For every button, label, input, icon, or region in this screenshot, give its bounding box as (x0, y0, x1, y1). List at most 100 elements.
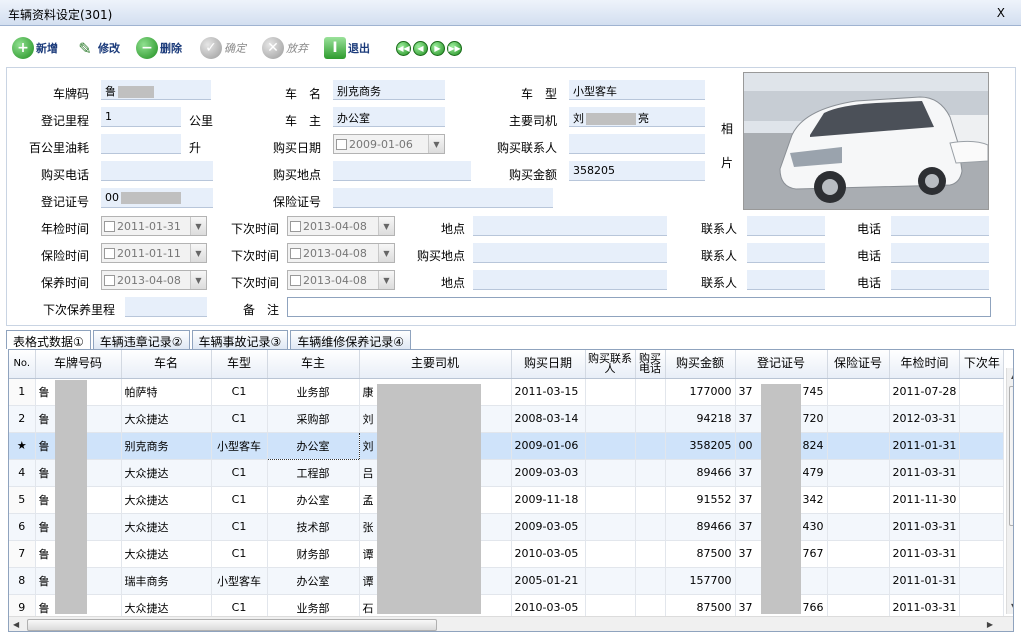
cell-owner[interactable]: 技术部 (267, 513, 360, 541)
col-header-plate[interactable]: 车牌号码 (35, 350, 122, 379)
tab-table-data[interactable]: 表格式数据① (6, 330, 91, 349)
first-record-icon[interactable]: ◀◀ (396, 41, 411, 56)
delete-button[interactable]: − 删除 (136, 35, 182, 61)
dropdown-arrow-icon[interactable]: ▼ (190, 244, 206, 262)
cell-annual[interactable]: 2012-03-31 (889, 405, 961, 433)
cell-annual[interactable]: 2011-01-31 (889, 432, 961, 460)
horizontal-scrollbar[interactable]: ◀ ▶ (9, 616, 1013, 631)
cell-date[interactable]: 2011-03-15 (511, 378, 586, 406)
edit-button[interactable]: ✎ 修改 (74, 35, 120, 61)
col-header-annual[interactable]: 年检时间 (889, 350, 961, 379)
scroll-right-icon[interactable]: ▶ (987, 620, 993, 629)
close-button[interactable]: X (997, 6, 1005, 20)
next-insure-checkbox[interactable] (290, 247, 301, 259)
cell-date[interactable]: 2009-11-18 (511, 486, 586, 514)
maint-phone-field[interactable] (891, 270, 989, 290)
cell-type[interactable]: C1 (211, 405, 268, 433)
cell-next[interactable] (959, 432, 1005, 460)
cell-phone[interactable] (635, 486, 666, 514)
cell-amount[interactable]: 177000 (665, 378, 736, 406)
cell-amount[interactable]: 87500 (665, 540, 736, 568)
owner-field[interactable]: 办公室 (333, 107, 445, 127)
cell-name[interactable]: 大众捷达 (121, 540, 212, 568)
cell-owner[interactable]: 业务部 (267, 378, 360, 406)
cell-type[interactable]: C1 (211, 459, 268, 487)
next-maint-mileage-field[interactable] (125, 297, 207, 317)
cell-annual[interactable]: 2011-11-30 (889, 486, 961, 514)
col-header-next[interactable]: 下次年 (959, 350, 1005, 379)
col-header-driver[interactable]: 主要司机 (359, 350, 512, 379)
cell-type[interactable]: C1 (211, 486, 268, 514)
cell-next[interactable] (959, 378, 1005, 406)
cell-phone[interactable] (635, 459, 666, 487)
cell-type[interactable]: 小型客车 (211, 567, 268, 595)
cell-type[interactable]: C1 (211, 378, 268, 406)
buy-contact-field[interactable] (569, 134, 705, 154)
cell-contact[interactable] (585, 513, 636, 541)
cell-annual[interactable]: 2011-07-28 (889, 378, 961, 406)
cell-amount[interactable]: 157700 (665, 567, 736, 595)
cell-phone[interactable] (635, 378, 666, 406)
table-row[interactable]: 7 鲁 大众捷达 C1 财务部 谭 2010-03-05 87500 37 767… (9, 540, 1005, 568)
buy-place-field[interactable] (333, 161, 471, 181)
buy-amount-field[interactable]: 358205 (569, 161, 705, 181)
scroll-up-icon[interactable]: ▲ (1011, 371, 1013, 380)
cell-name[interactable]: 别克商务 (121, 432, 212, 460)
cell-contact[interactable] (585, 486, 636, 514)
tab-accident-records[interactable]: 车辆事故记录③ (191, 330, 289, 349)
cell-date[interactable]: 2010-03-05 (511, 540, 586, 568)
maint-contact-field[interactable] (747, 270, 825, 290)
next-record-icon[interactable]: ▶ (430, 41, 445, 56)
cell-contact[interactable] (585, 432, 636, 460)
dropdown-arrow-icon[interactable]: ▼ (190, 217, 206, 235)
last-record-icon[interactable]: ▶▶ (447, 41, 462, 56)
cell-date[interactable]: 2009-03-05 (511, 513, 586, 541)
insure-contact-field[interactable] (747, 243, 825, 263)
cell-amount[interactable]: 89466 (665, 459, 736, 487)
cell-insurance-no[interactable] (827, 567, 890, 595)
cell-date[interactable]: 2008-03-14 (511, 405, 586, 433)
buy-date-picker[interactable]: 2009-01-06 ▼ (333, 134, 445, 154)
cell-contact[interactable] (585, 378, 636, 406)
next-maint-date-picker[interactable]: 2013-04-08 ▼ (287, 270, 395, 290)
cell-insurance-no[interactable] (827, 513, 890, 541)
cell-owner[interactable]: 办公室 (266, 431, 360, 460)
col-header-buy-contact[interactable]: 购买联系人 (585, 350, 636, 379)
annual-checkbox[interactable] (104, 220, 115, 232)
insure-checkbox[interactable] (104, 247, 115, 259)
cell-annual[interactable]: 2011-01-31 (889, 567, 961, 595)
cell-owner[interactable]: 办公室 (267, 486, 360, 514)
annual-place-field[interactable] (473, 216, 667, 236)
col-header-no[interactable]: No. (9, 350, 36, 379)
cell-amount[interactable]: 94218 (665, 405, 736, 433)
col-header-name[interactable]: 车名 (121, 350, 212, 379)
cell-name[interactable]: 帕萨特 (121, 378, 212, 406)
cell-name[interactable]: 大众捷达 (121, 513, 212, 541)
scroll-left-icon[interactable]: ◀ (13, 620, 19, 629)
cell-amount[interactable]: 89466 (665, 513, 736, 541)
next-maint-checkbox[interactable] (290, 274, 301, 286)
table-row[interactable]: 2 鲁 大众捷达 C1 采购部 刘 2008-03-14 94218 37 720… (9, 405, 1005, 433)
cell-next[interactable] (959, 405, 1005, 433)
cell-owner[interactable]: 办公室 (267, 567, 360, 595)
driver-field[interactable]: 刘亮 (569, 107, 705, 127)
cell-name[interactable]: 大众捷达 (121, 486, 212, 514)
dropdown-arrow-icon[interactable]: ▼ (378, 244, 394, 262)
vehicle-photo[interactable] (743, 72, 989, 210)
cell-date[interactable]: 2009-01-06 (511, 432, 586, 460)
col-header-type[interactable]: 车型 (211, 350, 268, 379)
table-row[interactable]: 5 鲁 大众捷达 C1 办公室 孟 2009-11-18 91552 37 342… (9, 486, 1005, 514)
cell-owner[interactable]: 工程部 (267, 459, 360, 487)
col-header-insurance-no[interactable]: 保险证号 (827, 350, 890, 379)
table-row[interactable]: 1 鲁 帕萨特 C1 业务部 康 2011-03-15 177000 37 745… (9, 378, 1005, 406)
dropdown-arrow-icon[interactable]: ▼ (190, 271, 206, 289)
maint-date-picker[interactable]: 2013-04-08 ▼ (101, 270, 207, 290)
cell-contact[interactable] (585, 405, 636, 433)
prev-record-icon[interactable]: ◀ (413, 41, 428, 56)
reg-no-field[interactable]: 00 (101, 188, 213, 208)
annual-phone-field[interactable] (891, 216, 989, 236)
vertical-scrollbar[interactable]: ▲ ▼ (1006, 368, 1013, 614)
buy-phone-field[interactable] (101, 161, 213, 181)
col-header-amount[interactable]: 购买金额 (665, 350, 736, 379)
cell-annual[interactable]: 2011-03-31 (889, 540, 961, 568)
